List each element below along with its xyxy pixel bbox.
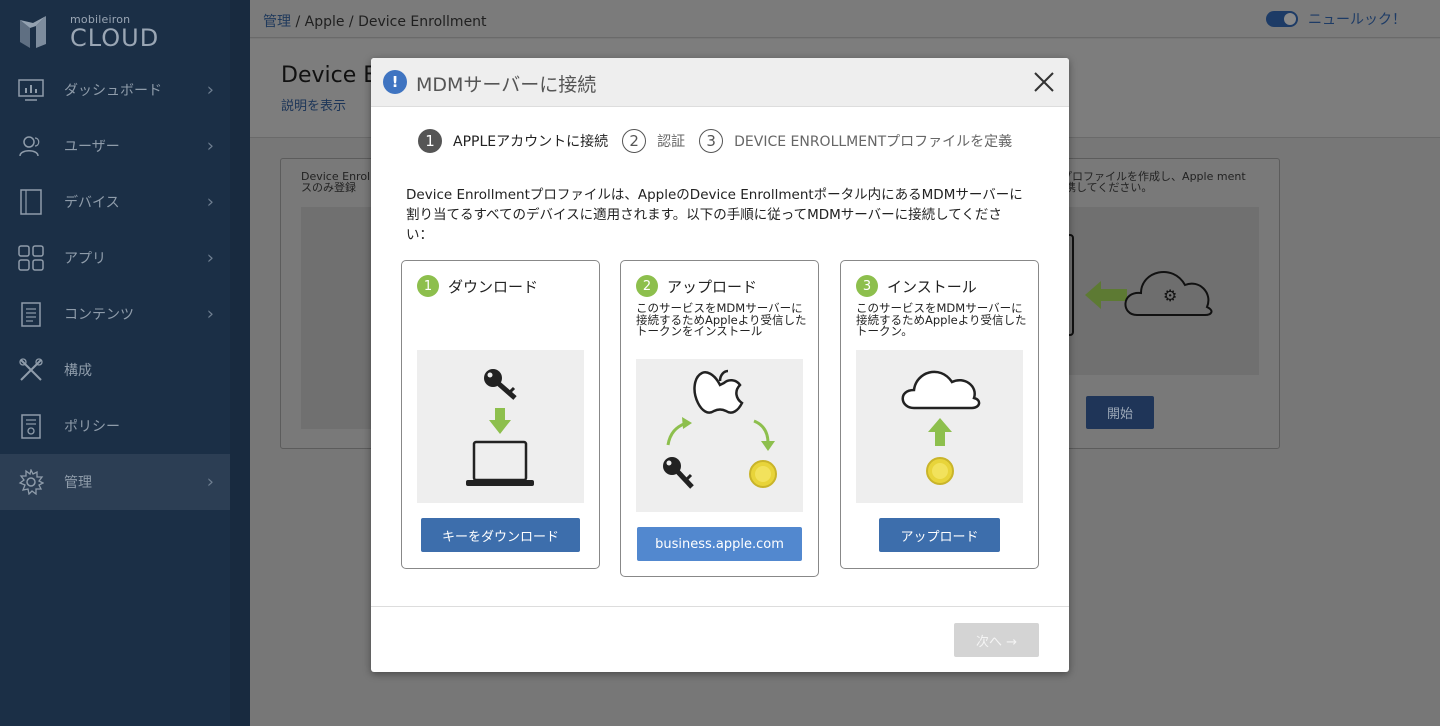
- dashboard-icon: [18, 77, 44, 103]
- top-bar: 管理 / Apple / Device Enrollment ニュールック！: [250, 0, 1440, 38]
- logo-big-text: CLOUD: [70, 24, 160, 52]
- chevron-right-icon: ›: [206, 191, 214, 213]
- download-illustration: [417, 350, 584, 503]
- chevron-right-icon: ›: [206, 135, 214, 157]
- token-to-cloud-icon: [901, 370, 981, 485]
- install-card: 3 インストール このサービスをMDMサーバーに接続するためAppleより受信し…: [840, 260, 1039, 569]
- wizard-steps: 1 APPLEアカウントに接続 2 認証 3 DEVICE ENROLLMENT…: [418, 129, 1026, 153]
- card-step-number: 3: [856, 275, 878, 297]
- sidebar-item-label: ダッシュボード: [64, 83, 162, 99]
- content-icon: [18, 301, 44, 327]
- devices-icon: [18, 189, 44, 215]
- sidebar-item-label: ユーザー: [64, 139, 120, 155]
- sidebar-item-configurations[interactable]: 構成: [0, 342, 230, 398]
- info-alert-icon: !: [383, 70, 407, 94]
- sidebar-item-devices[interactable]: デバイス ›: [0, 174, 230, 230]
- sidebar-item-content[interactable]: コンテンツ ›: [0, 286, 230, 342]
- card-title: インストール: [887, 277, 977, 296]
- card-description: このサービスをMDMサーバーに接続するためAppleより受信したトークンをインス…: [636, 301, 807, 338]
- modal-header: ! MDMサーバーに接続: [371, 58, 1069, 107]
- intro-text: Device Enrollmentプロファイルは、AppleのDevice En…: [406, 187, 1023, 243]
- card-header: 2 アップロード: [636, 275, 757, 297]
- policy-icon: [18, 413, 44, 439]
- gear-icon: [18, 469, 44, 495]
- wizard-step-2: 2 認証: [622, 129, 685, 153]
- download-key-button[interactable]: キーをダウンロード: [421, 518, 580, 552]
- new-look-label: ニュールック！: [1308, 12, 1406, 28]
- download-card: 1 ダウンロード キーをダウンロード: [401, 260, 600, 569]
- sidebar-item-label: コンテンツ: [64, 307, 134, 323]
- breadcrumb-rest: / Apple / Device Enrollment: [291, 14, 487, 30]
- users-icon: [18, 133, 44, 159]
- step-number: 1: [418, 129, 442, 153]
- install-illustration: [856, 350, 1023, 503]
- cloud-sync-illustration-icon: ⚙: [1038, 234, 1213, 336]
- card-description: このサービスをMDMサーバーに接続するためAppleより受信したトークン。: [856, 301, 1027, 338]
- app-logo[interactable]: mobileiron CLOUD: [18, 14, 159, 50]
- card-header: 1 ダウンロード: [417, 275, 538, 297]
- sidebar-nav: ダッシュボード › ユーザー › デバイス › アプリ › コンテンツ › 構成…: [0, 62, 230, 510]
- upload-illustration: [636, 359, 803, 512]
- wizard-step-1: 1 APPLEアカウントに接続: [418, 129, 608, 153]
- mobileiron-logo-icon: [20, 16, 46, 48]
- card-title: アップロード: [667, 277, 758, 296]
- next-button[interactable]: 次へ →: [954, 623, 1039, 657]
- start-button[interactable]: 開始: [1086, 396, 1154, 429]
- breadcrumb: 管理 / Apple / Device Enrollment: [263, 11, 487, 31]
- svg-text:⚙: ⚙: [1163, 286, 1177, 305]
- apps-icon: [18, 245, 44, 271]
- apple-token-cycle-icon: [663, 369, 777, 489]
- step-number: 2: [622, 129, 647, 153]
- card-step-number: 2: [636, 275, 658, 297]
- wizard-step-3: 3 DEVICE ENROLLMENTプロファイルを定義: [699, 129, 1012, 153]
- business-apple-link-button[interactable]: business.apple.com: [637, 527, 802, 561]
- toggle-switch[interactable]: [1266, 11, 1298, 27]
- step-label: APPLEアカウントに接続: [453, 134, 609, 150]
- sidebar-item-label: デバイス: [64, 195, 120, 211]
- sidebar-item-apps[interactable]: アプリ ›: [0, 230, 230, 286]
- chevron-right-icon: ›: [206, 303, 214, 325]
- sidebar-item-admin[interactable]: 管理 ›: [0, 454, 230, 510]
- upload-card: 2 アップロード このサービスをMDMサーバーに接続するためAppleより受信し…: [620, 260, 819, 577]
- sidebar-item-label: 構成: [64, 363, 92, 379]
- card-step-number: 1: [417, 275, 439, 297]
- background-card-image-right: ⚙: [1038, 207, 1259, 375]
- sidebar: mobileiron CLOUD ダッシュボード › ユーザー › デバイス ›…: [0, 0, 250, 726]
- card-title: ダウンロード: [448, 277, 539, 296]
- tools-icon: [18, 357, 44, 383]
- card-header: 3 インストール: [856, 275, 977, 297]
- modal-title: MDMサーバーに接続: [416, 74, 597, 96]
- sidebar-panel: mobileiron CLOUD ダッシュボード › ユーザー › デバイス ›…: [0, 0, 230, 726]
- chevron-right-icon: ›: [206, 247, 214, 269]
- connect-mdm-modal: ! MDMサーバーに接続 1 APPLEアカウントに接続 2 認証 3 DEVI…: [371, 58, 1069, 672]
- sidebar-item-label: アプリ: [64, 251, 106, 267]
- step-number: 3: [699, 129, 724, 153]
- sidebar-item-users[interactable]: ユーザー ›: [0, 118, 230, 174]
- key-to-laptop-icon: [466, 369, 534, 486]
- breadcrumb-admin-link[interactable]: 管理: [263, 14, 291, 30]
- sidebar-item-label: 管理: [64, 475, 92, 491]
- sidebar-item-label: ポリシー: [64, 419, 120, 435]
- step-label: 認証: [657, 134, 686, 150]
- sidebar-item-policies[interactable]: ポリシー: [0, 398, 230, 454]
- show-description-link[interactable]: 説明を表示: [281, 95, 346, 114]
- logo-text: mobileiron CLOUD: [70, 14, 160, 52]
- page-title: Device E: [281, 63, 378, 88]
- sidebar-edge: [230, 0, 250, 726]
- background-card-text-right: entプロファイルを作成し、Apple mentに連携してください。: [1043, 170, 1246, 194]
- close-icon[interactable]: [1033, 71, 1055, 93]
- step-label: DEVICE ENROLLMENTプロファイルを定義: [734, 134, 1013, 150]
- upload-token-button[interactable]: アップロード: [879, 518, 1000, 552]
- chevron-right-icon: ›: [206, 471, 214, 493]
- modal-footer-divider: [371, 606, 1069, 607]
- new-look-toggle[interactable]: ニュールック！: [1266, 9, 1406, 29]
- sidebar-item-dashboard[interactable]: ダッシュボード ›: [0, 62, 230, 118]
- chevron-right-icon: ›: [206, 79, 214, 101]
